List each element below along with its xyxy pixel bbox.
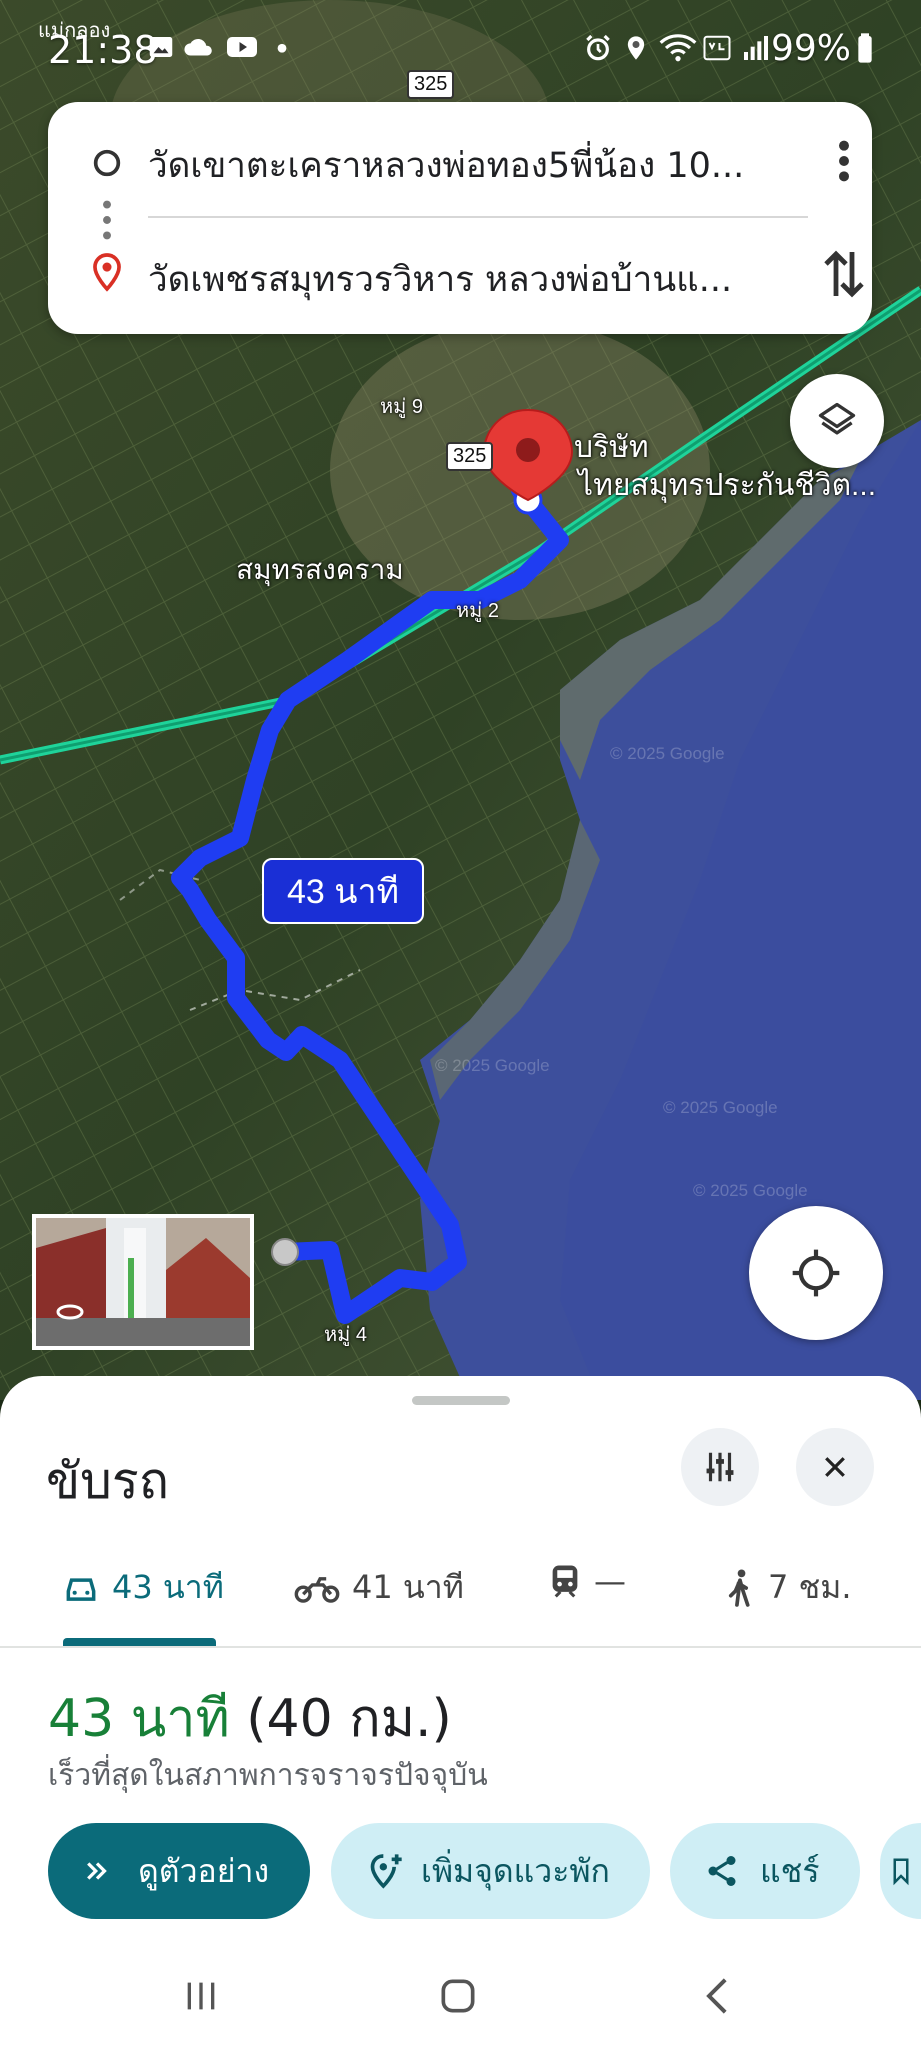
map-label: หมู่ 4 (324, 1324, 368, 1346)
route-duration: 43 นาที (48, 1689, 230, 1749)
tab-label: 7 ชม. (768, 1568, 852, 1606)
preview-button[interactable]: ดูตัวอย่าง (48, 1823, 310, 1919)
route-summary[interactable]: 43 นาที (40 กม.) (48, 1676, 452, 1759)
street-view-thumbnail[interactable] (32, 1214, 254, 1350)
tab-motorcycle[interactable]: 41 นาที (294, 1562, 464, 1613)
active-tab-indicator (63, 1638, 216, 1646)
system-nav-bar (0, 1940, 921, 2048)
dot-icon (277, 43, 287, 53)
sheet-title: ขับรถ (46, 1452, 170, 1510)
destination-pin-icon (93, 253, 121, 292)
tab-divider (0, 1646, 921, 1648)
back-icon[interactable] (700, 1974, 736, 2018)
add-stop-button[interactable]: เพิ่มจุดแวะพัก (331, 1823, 650, 1919)
connector-dots-icon (103, 200, 111, 240)
swap-direction-icon[interactable] (820, 246, 868, 302)
share-label: แชร์ (760, 1851, 820, 1890)
volte-icon (703, 35, 731, 61)
double-chevron-icon (87, 1862, 107, 1880)
battery-level: 99% (770, 28, 851, 69)
my-location-button[interactable] (749, 1206, 883, 1340)
tune-icon (706, 1452, 734, 1482)
car-icon (66, 1577, 96, 1601)
home-icon[interactable] (436, 1974, 480, 2018)
card-divider (148, 216, 808, 218)
map-watermark: © 2025 Google (663, 1098, 778, 1117)
layers-button[interactable] (790, 374, 884, 468)
road-shield: 325 (446, 442, 494, 471)
route-description: เร็วที่สุดในสภาพการจราจรปัจจุบัน (48, 1758, 488, 1793)
route-card: วัดเขาตะเคราหลวงพ่อทอง5พี่น้อง 10... วัด… (48, 102, 872, 334)
more-vert-icon[interactable] (832, 138, 856, 184)
route-distance: (40 กม.) (246, 1689, 452, 1749)
route-options-button[interactable] (681, 1428, 759, 1506)
walk-icon (728, 1569, 750, 1607)
map-label: ไทยสมุทรประกันชีวิต... (578, 469, 877, 502)
motorcycle-icon (294, 1576, 340, 1603)
route-time-chip[interactable]: 43 นาที (262, 858, 424, 924)
crosshair-icon (792, 1249, 840, 1297)
gallery-icon (149, 37, 173, 57)
status-time: 21:38 (48, 28, 158, 72)
destination-field[interactable]: วัดเพชรสมุทรวรวิหาร หลวงพ่อบ้านแ... (148, 252, 808, 307)
layers-icon (818, 402, 856, 435)
drag-handle[interactable] (412, 1396, 510, 1405)
share-button[interactable]: แชร์ (670, 1823, 860, 1919)
map-label: หมู่ 2 (456, 600, 500, 622)
close-button[interactable] (796, 1428, 874, 1506)
location-icon (627, 36, 645, 60)
youtube-icon (227, 37, 257, 57)
battery-icon (858, 33, 872, 63)
signal-icon (744, 36, 768, 60)
add-stop-label: เพิ่มจุดแวะพัก (421, 1851, 610, 1890)
tab-label: 43 นาที (112, 1568, 224, 1606)
origin-field[interactable]: วัดเขาตะเคราหลวงพ่อทอง5พี่น้อง 10... (148, 138, 808, 193)
tab-drive[interactable]: 43 นาที (62, 1562, 224, 1613)
status-bar: แม่กลอง 21:38 99% (0, 0, 921, 100)
origin-marker[interactable] (271, 1238, 299, 1266)
recent-apps-icon[interactable] (180, 1976, 222, 2016)
close-icon (825, 1457, 845, 1477)
bookmark-icon (893, 1858, 909, 1886)
tab-walk[interactable]: 7 ชม. (724, 1562, 852, 1613)
share-icon (708, 1856, 736, 1886)
train-icon (552, 1565, 578, 1598)
alarm-icon (586, 34, 610, 61)
more-actions-button[interactable] (880, 1823, 921, 1919)
tab-label: 41 นาที (352, 1568, 464, 1606)
add-location-icon (370, 1854, 402, 1889)
map-watermark: © 2025 Google (693, 1181, 808, 1200)
map-watermark: © 2025 Google (610, 744, 725, 763)
tab-transit[interactable]: — (548, 1562, 626, 1600)
map-watermark: © 2025 Google (435, 1056, 550, 1075)
wifi-icon (659, 34, 697, 62)
map-label: หมู่ 9 (380, 396, 424, 418)
map-label: สมุทรสงคราม (236, 554, 404, 585)
preview-label: ดูตัวอย่าง (138, 1851, 270, 1890)
origin-circle-icon (93, 149, 121, 177)
cloud-icon (184, 38, 212, 56)
tab-label: — (594, 1562, 626, 1600)
